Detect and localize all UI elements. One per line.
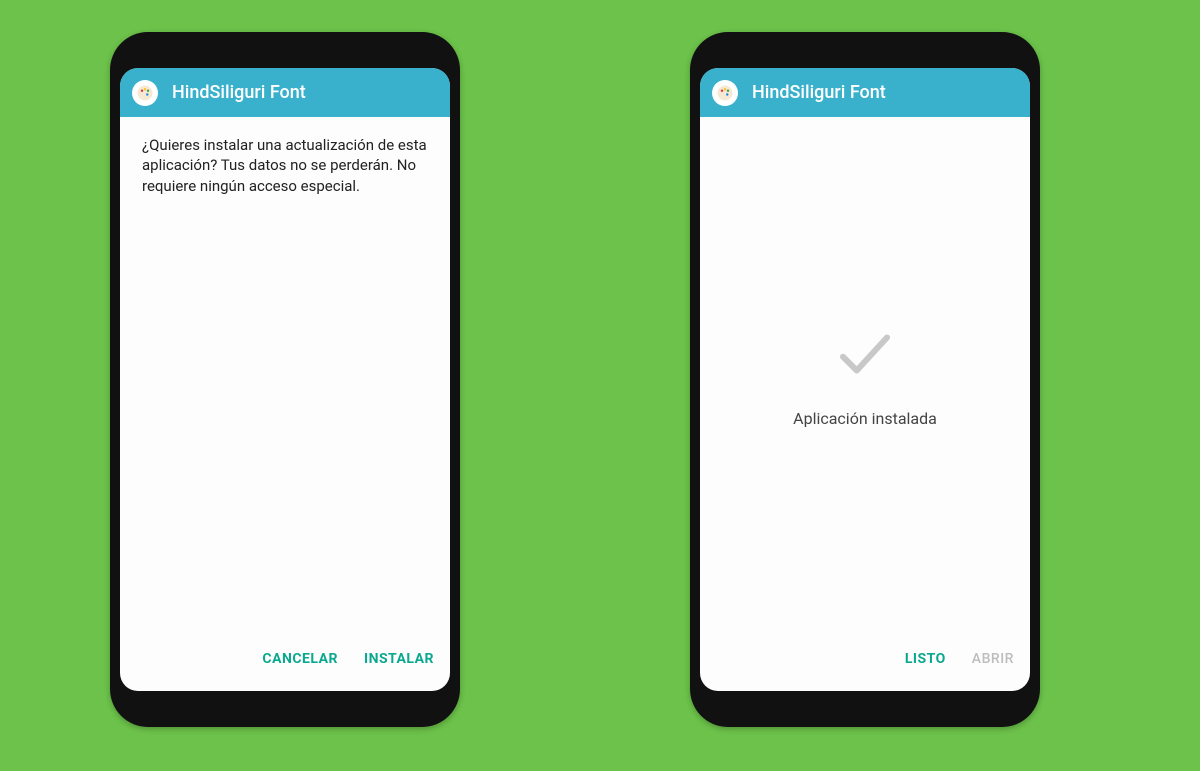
stage: HindSiliguri Font ¿Quieres instalar una … (0, 0, 1200, 771)
phone-frame-left: HindSiliguri Font ¿Quieres instalar una … (110, 32, 460, 727)
appbar-left: HindSiliguri Font (120, 68, 450, 117)
appbar-title-right: HindSiliguri Font (752, 82, 886, 103)
appbar-title-left: HindSiliguri Font (172, 82, 306, 103)
cancel-button[interactable]: CANCELAR (262, 651, 338, 667)
done-button[interactable]: LISTO (905, 651, 946, 667)
check-icon (832, 321, 898, 387)
screen-right: HindSiliguri Font Aplicación instalada L… (700, 68, 1030, 691)
appbar-right: HindSiliguri Font (700, 68, 1030, 117)
installed-text: Aplicación instalada (793, 409, 937, 428)
install-button[interactable]: INSTALAR (364, 651, 434, 667)
button-row-left: CANCELAR INSTALAR (120, 631, 450, 691)
open-button: ABRIR (972, 651, 1014, 667)
button-row-right: LISTO ABRIR (700, 631, 1030, 691)
palette-icon (136, 84, 154, 102)
phone-frame-right: HindSiliguri Font Aplicación instalada L… (690, 32, 1040, 727)
install-prompt-text: ¿Quieres instalar una actualización de e… (142, 136, 427, 195)
installed-body: Aplicación instalada (700, 117, 1030, 631)
app-icon (132, 80, 158, 106)
app-icon (712, 80, 738, 106)
install-prompt-body: ¿Quieres instalar una actualización de e… (120, 117, 450, 631)
palette-icon (716, 84, 734, 102)
screen-left: HindSiliguri Font ¿Quieres instalar una … (120, 68, 450, 691)
